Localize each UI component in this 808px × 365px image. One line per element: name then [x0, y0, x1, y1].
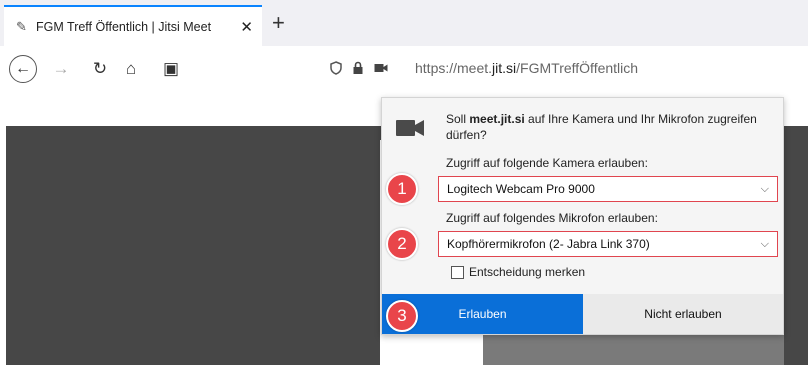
video-area: [6, 126, 380, 365]
video-tile: [483, 333, 784, 365]
question-domain: meet.jit.si: [469, 112, 525, 126]
permission-popup: Soll meet.jit.si auf Ihre Kamera und Ihr…: [381, 97, 784, 335]
reader-icon[interactable]: ▣: [160, 56, 182, 82]
mic-label: Zugriff auf folgendes Mikrofon erlauben:: [446, 211, 658, 225]
button-row: Erlauben Nicht erlauben: [382, 294, 783, 334]
close-icon[interactable]: ✕: [240, 18, 253, 36]
forward-icon[interactable]: →: [50, 56, 72, 82]
chevron-down-icon: ⌵: [760, 182, 769, 195]
lock-icon[interactable]: [352, 61, 364, 75]
tab-strip: ✎ FGM Treff Öffentlich | Jitsi Meet ✕ +: [0, 0, 808, 46]
step-badge-2: 2: [386, 228, 418, 260]
checkbox-box[interactable]: [451, 265, 464, 279]
url-path: /FGMTreffÖffentlich: [516, 60, 639, 76]
question-pre: Soll: [446, 112, 470, 126]
home-icon[interactable]: ⌂: [120, 56, 142, 82]
camera-icon: [396, 120, 424, 136]
tab-title: FGM Treff Öffentlich | Jitsi Meet: [36, 19, 212, 34]
camera-label: Zugriff auf folgende Kamera erlauben:: [446, 156, 648, 170]
navigation-bar: ← → ↻ ⌂ ▣: [0, 46, 808, 94]
mic-select[interactable]: Kopfhörermikrofon (2- Jabra Link 370) ⌵: [438, 231, 778, 257]
url-prefix: https://meet.: [415, 60, 493, 76]
camera-select[interactable]: Logitech Webcam Pro 9000 ⌵: [438, 176, 778, 202]
url-domain: jit.si: [492, 60, 517, 76]
mic-select-value: Kopfhörermikrofon (2- Jabra Link 370): [447, 237, 650, 251]
url-bar[interactable]: https://meet.jit.si/FGMTreffÖffentlich: [415, 60, 638, 76]
camera-icon[interactable]: [374, 62, 388, 74]
camera-select-value: Logitech Webcam Pro 9000: [447, 182, 595, 196]
remember-checkbox[interactable]: Entscheidung merken: [451, 265, 585, 279]
new-tab-button[interactable]: +: [272, 10, 285, 36]
video-area-right: [784, 126, 808, 365]
chevron-down-icon: ⌵: [760, 237, 769, 250]
reload-icon[interactable]: ↻: [89, 56, 111, 82]
step-badge-3: 3: [386, 300, 418, 332]
favicon-icon: ✎: [16, 18, 27, 34]
remember-label: Entscheidung merken: [469, 265, 586, 279]
shield-icon[interactable]: [330, 61, 342, 75]
back-icon[interactable]: ←: [9, 55, 37, 83]
url-icons: [330, 61, 388, 75]
step-badge-1: 1: [386, 173, 418, 205]
permission-question: Soll meet.jit.si auf Ihre Kamera und Ihr…: [446, 111, 766, 143]
deny-button[interactable]: Nicht erlauben: [583, 294, 783, 334]
tab-active[interactable]: ✎ FGM Treff Öffentlich | Jitsi Meet ✕: [4, 5, 262, 46]
